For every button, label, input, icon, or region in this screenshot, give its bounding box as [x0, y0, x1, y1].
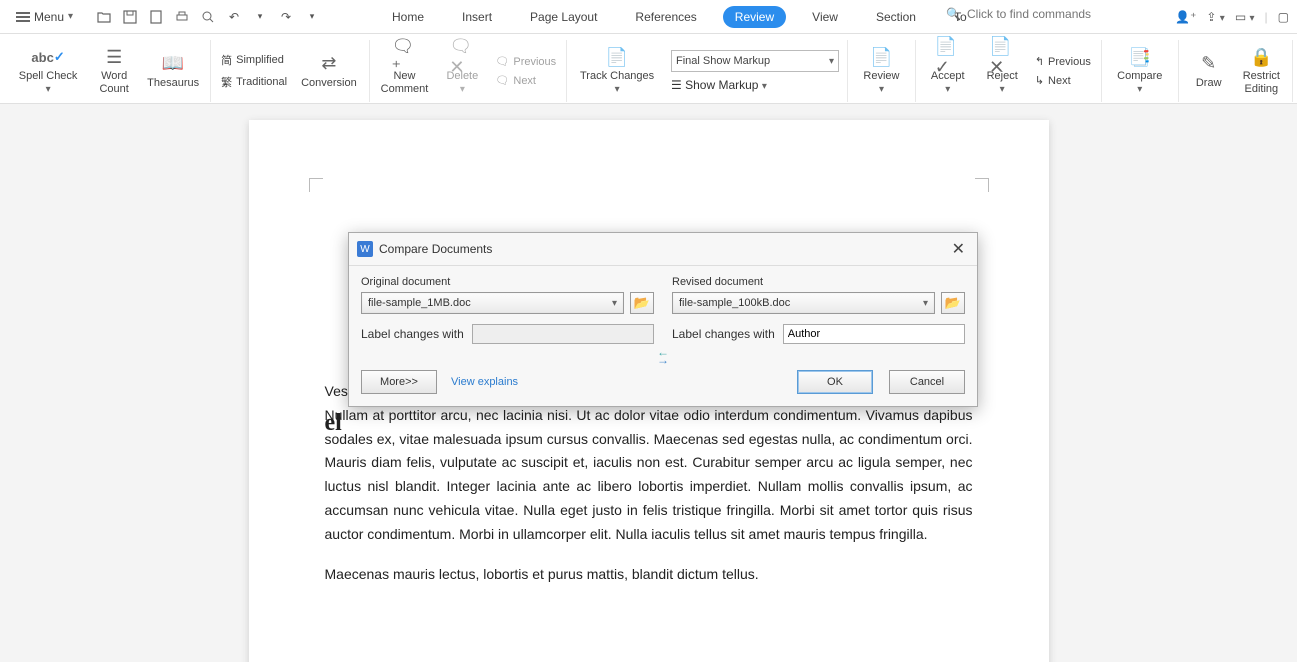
simplified-icon: 简	[221, 52, 232, 68]
compare-button[interactable]: 📑 Compare ▾	[1110, 46, 1170, 95]
close-icon[interactable]: ✕	[948, 239, 969, 259]
accept-icon: 📄✓	[935, 46, 961, 68]
more-button[interactable]: More>>	[361, 370, 437, 394]
app-icon: W	[357, 241, 373, 257]
thesaurus-button[interactable]: 📖 Thesaurus	[144, 53, 202, 90]
open-icon[interactable]	[95, 8, 113, 26]
pdf-icon[interactable]	[147, 8, 165, 26]
tab-references[interactable]: References	[623, 6, 708, 28]
original-doc-browse[interactable]: 📂	[630, 292, 654, 314]
layout-icon[interactable]: ▭ ▾	[1235, 10, 1255, 24]
accept-button[interactable]: 📄✓ Accept ▾	[924, 46, 972, 95]
delete-comment-icon: 🗨✕	[449, 46, 475, 68]
thesaurus-icon: 📖	[160, 53, 186, 75]
margin-corner	[309, 178, 323, 192]
menu-label: Menu	[34, 10, 64, 24]
tab-insert[interactable]: Insert	[450, 6, 504, 28]
folder-icon: 📂	[634, 295, 650, 311]
revised-doc-combo[interactable]: file-sample_100kB.doc▾	[672, 292, 935, 314]
compare-documents-dialog: W Compare Documents ✕ Original document …	[348, 232, 978, 407]
share-icon[interactable]: ⇪ ▾	[1206, 10, 1224, 24]
simplified-button[interactable]: 简 Simplified	[219, 51, 289, 69]
print-preview-icon[interactable]	[199, 8, 217, 26]
comment-icon: 🗨⁺	[392, 46, 418, 68]
revised-doc-label: Revised document	[672, 276, 965, 288]
prev-change-button[interactable]: ↰ Previous	[1033, 54, 1093, 69]
traditional-icon: 繁	[221, 74, 232, 90]
paragraph[interactable]: Maecenas mauris lectus, lobortis et puru…	[325, 563, 973, 587]
redo-icon[interactable]: ↷	[277, 8, 295, 26]
original-doc-combo[interactable]: file-sample_1MB.doc▾	[361, 292, 624, 314]
cancel-button[interactable]: Cancel	[889, 370, 965, 394]
compare-icon: 📑	[1127, 46, 1153, 68]
next-change-icon: ↳	[1035, 74, 1044, 87]
undo-icon[interactable]: ↶	[225, 8, 243, 26]
original-doc-label: Original document	[361, 276, 654, 288]
prev-icon: 🗨	[495, 55, 509, 68]
margin-corner	[975, 178, 989, 192]
track-changes-icon: 📄	[604, 46, 630, 68]
chevron-down-icon[interactable]: ▾	[251, 8, 269, 26]
delete-comment-button[interactable]: 🗨✕ Delete ▾	[439, 46, 485, 95]
chevron-down-icon[interactable]: ▾	[303, 8, 321, 26]
conversion-icon: ⇄	[316, 53, 342, 75]
command-search[interactable]: 🔍	[946, 7, 1147, 21]
word-count-icon: ☰	[101, 46, 127, 68]
draw-button[interactable]: ✎ Draw	[1187, 53, 1231, 90]
print-icon[interactable]	[173, 8, 191, 26]
prev-comment-button[interactable]: 🗨 Previous	[493, 54, 558, 69]
revised-doc-browse[interactable]: 📂	[941, 292, 965, 314]
tab-section[interactable]: Section	[864, 6, 928, 28]
dialog-title: Compare Documents	[379, 242, 492, 256]
review-button[interactable]: 📄 Review ▾	[856, 46, 907, 95]
track-changes-button[interactable]: 📄 Track Changes ▾	[575, 46, 659, 95]
partial-text: el	[325, 410, 342, 437]
conversion-button[interactable]: ⇄ Conversion	[297, 53, 361, 90]
traditional-button[interactable]: 繁 Traditional	[219, 73, 289, 91]
show-markup-icon: ☰	[671, 78, 682, 92]
reject-button[interactable]: 📄✕ Reject ▾	[980, 46, 1025, 95]
chevron-down-icon: ▾	[68, 11, 73, 22]
prev-change-icon: ↰	[1035, 55, 1044, 68]
save-icon[interactable]	[121, 8, 139, 26]
hamburger-icon	[16, 12, 30, 22]
tab-home[interactable]: Home	[380, 6, 436, 28]
folder-icon: 📂	[945, 295, 961, 311]
collapse-ribbon-icon[interactable]: ▢	[1278, 10, 1289, 24]
search-icon: 🔍	[946, 7, 961, 21]
draw-icon: ✎	[1196, 53, 1222, 75]
ok-button[interactable]: OK	[797, 370, 873, 394]
show-markup-button[interactable]: ☰ Show Markup ▾	[671, 78, 839, 92]
lock-icon: 🔒	[1248, 46, 1274, 68]
next-icon: 🗨	[495, 74, 509, 87]
search-input[interactable]	[967, 7, 1147, 21]
new-comment-button[interactable]: 🗨⁺ New Comment	[378, 46, 432, 95]
original-label-input[interactable]	[472, 324, 654, 344]
markup-display-combo[interactable]: Final Show Markup▾	[671, 50, 839, 72]
tab-review[interactable]: Review	[723, 6, 786, 28]
tab-view[interactable]: View	[800, 6, 850, 28]
revised-label-input[interactable]	[783, 324, 965, 344]
review-icon: 📄	[868, 46, 894, 68]
menu-button[interactable]: Menu ▾	[8, 6, 81, 28]
view-explains-link[interactable]: View explains	[451, 376, 518, 388]
user-icon[interactable]: 👤⁺	[1175, 10, 1196, 24]
label-changes-label: Label changes with	[672, 327, 775, 341]
reject-icon: 📄✕	[989, 46, 1015, 68]
swap-documents-button[interactable]: ←→	[657, 348, 669, 365]
spell-check-button[interactable]: abc✓ Spell Check ▾	[12, 46, 84, 95]
label-changes-label: Label changes with	[361, 327, 464, 341]
abc-icon: abc✓	[35, 46, 61, 68]
restrict-editing-button[interactable]: 🔒 Restrict Editing	[1239, 46, 1284, 95]
next-change-button[interactable]: ↳ Next	[1033, 73, 1093, 88]
next-comment-button[interactable]: 🗨 Next	[493, 73, 558, 88]
word-count-button[interactable]: ☰ Word Count	[92, 46, 136, 95]
tab-page-layout[interactable]: Page Layout	[518, 6, 609, 28]
